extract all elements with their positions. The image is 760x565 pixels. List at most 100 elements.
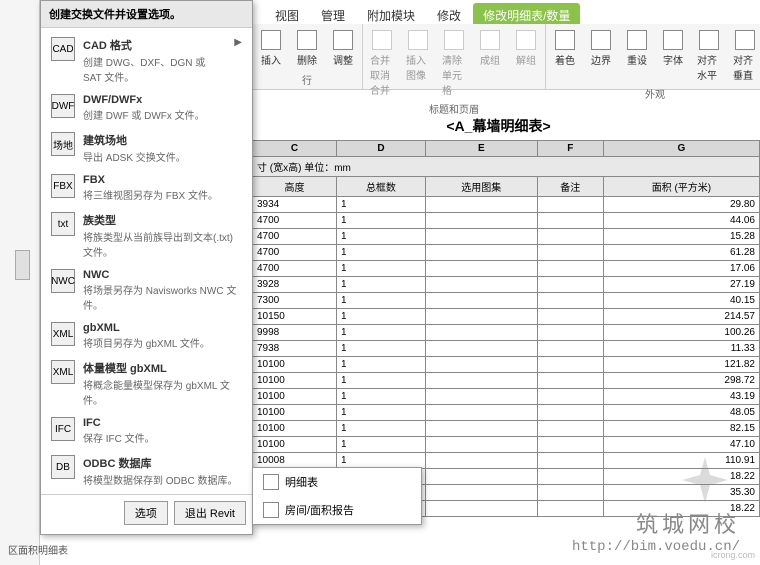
cell[interactable] <box>537 197 603 213</box>
cell[interactable] <box>425 469 537 485</box>
ribbon-btn-2-5[interactable]: 对齐垂直 <box>730 28 760 84</box>
cell[interactable] <box>425 421 537 437</box>
cell[interactable]: 1 <box>336 309 425 325</box>
cell[interactable]: 10150 <box>253 309 337 325</box>
cell[interactable] <box>537 469 603 485</box>
cell[interactable]: 4700 <box>253 261 337 277</box>
ribbon-btn-2-0[interactable]: 着色 <box>550 28 580 69</box>
cell[interactable]: 10100 <box>253 405 337 421</box>
cell[interactable] <box>537 373 603 389</box>
cell[interactable] <box>425 485 537 501</box>
cell[interactable]: 10100 <box>253 389 337 405</box>
left-expand-tab[interactable] <box>15 250 30 280</box>
export-item-7[interactable]: XML体量模型 gbXML将概念能量模型保存为 gbXML 文件。 <box>43 355 250 412</box>
submenu-item-1[interactable]: 房间/面积报告 <box>253 496 421 524</box>
cell[interactable]: 3928 <box>253 277 337 293</box>
col-letter[interactable]: C <box>253 141 337 157</box>
ribbon-btn-0-0[interactable]: 插入 <box>256 28 286 69</box>
cell[interactable] <box>537 245 603 261</box>
table-row[interactable]: 47001 15.28 <box>253 229 760 245</box>
cell[interactable]: 1 <box>336 245 425 261</box>
cell[interactable]: 100.26 <box>603 325 759 341</box>
table-row[interactable]: 4700144.06 <box>253 213 760 229</box>
ribbon-btn-2-4[interactable]: 对齐水平 <box>694 28 724 84</box>
cell[interactable] <box>537 341 603 357</box>
cell[interactable] <box>537 213 603 229</box>
cell[interactable] <box>537 437 603 453</box>
cell[interactable]: 1 <box>336 277 425 293</box>
cell[interactable]: 121.82 <box>603 357 759 373</box>
cell[interactable] <box>425 197 537 213</box>
col-header[interactable]: 高度 <box>253 177 337 197</box>
cell[interactable] <box>425 357 537 373</box>
cell[interactable]: 1 <box>336 229 425 245</box>
table-row[interactable]: 39281 27.19 <box>253 277 760 293</box>
table-row[interactable]: 3934129.80 <box>253 197 760 213</box>
col-letter[interactable]: F <box>537 141 603 157</box>
cell[interactable]: 1 <box>336 405 425 421</box>
export-item-2[interactable]: 场地建筑场地导出 ADSK 交换文件。 <box>43 127 250 169</box>
cell[interactable]: 10100 <box>253 357 337 373</box>
cell[interactable] <box>425 293 537 309</box>
cell[interactable] <box>537 261 603 277</box>
cell[interactable] <box>425 341 537 357</box>
cell[interactable] <box>537 229 603 245</box>
cell[interactable]: 1 <box>336 261 425 277</box>
export-item-4[interactable]: txt族类型将族类型从当前族导出到文本(.txt)文件。 <box>43 207 250 264</box>
cell[interactable]: 48.05 <box>603 405 759 421</box>
cell[interactable]: 298.72 <box>603 373 759 389</box>
ribbon-btn-0-2[interactable]: 调整 <box>328 28 358 69</box>
cell[interactable] <box>537 421 603 437</box>
cell[interactable] <box>425 277 537 293</box>
options-button[interactable]: 选项 <box>124 501 168 525</box>
ribbon-btn-2-2[interactable]: 重设 <box>622 28 652 69</box>
cell[interactable] <box>537 325 603 341</box>
cell[interactable]: 4700 <box>253 229 337 245</box>
cell[interactable] <box>537 453 603 469</box>
table-row[interactable]: 99981100.26 <box>253 325 760 341</box>
cell[interactable]: 214.57 <box>603 309 759 325</box>
export-item-8[interactable]: IFCIFC保存 IFC 文件。 <box>43 412 250 450</box>
export-item-9[interactable]: DBODBC 数据库将模型数据保存到 ODBC 数据库。 <box>43 450 250 492</box>
cell[interactable] <box>425 437 537 453</box>
cell[interactable]: 1 <box>336 421 425 437</box>
cell[interactable]: 47.10 <box>603 437 759 453</box>
cell[interactable]: 3934 <box>253 197 337 213</box>
cell[interactable]: 44.06 <box>603 213 759 229</box>
cell[interactable] <box>537 293 603 309</box>
cell[interactable]: 1 <box>336 341 425 357</box>
cell[interactable]: 1 <box>336 357 425 373</box>
table-row[interactable]: 47001 17.06 <box>253 261 760 277</box>
cell[interactable]: 17.06 <box>603 261 759 277</box>
ribbon-btn-2-3[interactable]: 字体 <box>658 28 688 69</box>
table-row[interactable]: 10100147.10 <box>253 437 760 453</box>
cell[interactable]: 4700 <box>253 213 337 229</box>
col-letter[interactable]: E <box>425 141 537 157</box>
cell[interactable] <box>537 277 603 293</box>
cell[interactable] <box>425 309 537 325</box>
cell[interactable] <box>425 261 537 277</box>
table-row[interactable]: 10100143.19 <box>253 389 760 405</box>
cell[interactable] <box>537 357 603 373</box>
submenu-item-0[interactable]: 明细表 <box>253 468 421 496</box>
table-row[interactable]: 7300140.15 <box>253 293 760 309</box>
cell[interactable]: 1 <box>336 373 425 389</box>
cell[interactable]: 9998 <box>253 325 337 341</box>
cell[interactable] <box>425 405 537 421</box>
cell[interactable] <box>425 453 537 469</box>
cell[interactable]: 61.28 <box>603 245 759 261</box>
cell[interactable]: 15.28 <box>603 229 759 245</box>
cell[interactable]: 1 <box>336 197 425 213</box>
cell[interactable] <box>537 405 603 421</box>
cell[interactable] <box>537 389 603 405</box>
cell[interactable] <box>425 229 537 245</box>
cell[interactable]: 4700 <box>253 245 337 261</box>
cell[interactable]: 27.19 <box>603 277 759 293</box>
cell[interactable]: 10100 <box>253 373 337 389</box>
cell[interactable]: 11.33 <box>603 341 759 357</box>
cell[interactable]: 1 <box>336 437 425 453</box>
col-header[interactable]: 备注 <box>537 177 603 197</box>
export-item-1[interactable]: DWFDWF/DWFx创建 DWF 或 DWFx 文件。 <box>43 89 250 127</box>
export-item-0[interactable]: CADCAD 格式创建 DWG、DXF、DGN 或 SAT 文件。▶ <box>43 32 250 89</box>
cell[interactable] <box>537 309 603 325</box>
